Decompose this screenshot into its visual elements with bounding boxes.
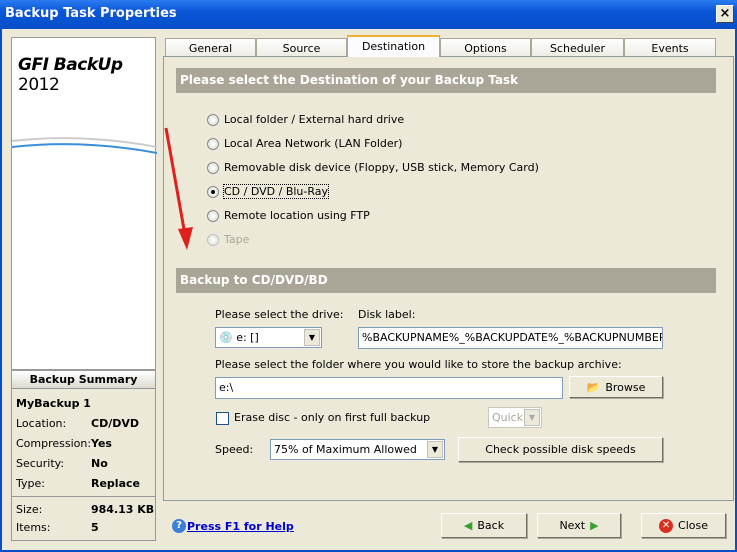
- speed-label: Speed:: [215, 443, 254, 456]
- cd-header: Backup to CD/DVD/BD: [176, 268, 716, 293]
- next-button[interactable]: Next ▶: [537, 513, 621, 538]
- folder-input[interactable]: e:\: [215, 377, 563, 399]
- summary-label: Location:: [16, 417, 67, 430]
- speed-value: 75% of Maximum Allowed: [274, 443, 417, 456]
- disk-label-label: Disk label:: [358, 308, 416, 321]
- logo: GFI BackUp 2012: [18, 55, 123, 95]
- speed-select[interactable]: 75% of Maximum Allowed ▼: [270, 439, 445, 460]
- erase-mode-select: Quick ▼: [488, 407, 542, 428]
- radio-label: CD / DVD / Blu-Ray: [222, 184, 330, 199]
- check-disk-speeds-button[interactable]: Check possible disk speeds: [458, 437, 663, 462]
- erase-checkbox[interactable]: [216, 412, 229, 425]
- radio-cd-dvd[interactable]: CD / DVD / Blu-Ray: [207, 184, 330, 199]
- summary-header: Backup Summary: [11, 370, 156, 389]
- window-close-button[interactable]: ×: [716, 5, 734, 23]
- divider: [12, 496, 155, 497]
- summary-value: Yes: [91, 437, 112, 450]
- chevron-down-icon: ▼: [304, 329, 320, 346]
- close-icon: ✕: [659, 518, 674, 533]
- radio-label: Local Area Network (LAN Folder): [224, 137, 403, 150]
- destination-header: Please select the Destination of your Ba…: [176, 68, 716, 93]
- radio-removable[interactable]: Removable disk device (Floppy, USB stick…: [207, 161, 539, 174]
- drive-label: Please select the drive:: [215, 308, 344, 321]
- close-label: Close: [678, 519, 708, 532]
- close-button[interactable]: ✕ Close: [641, 513, 726, 538]
- tab-events[interactable]: Events: [624, 38, 716, 57]
- arrow-right-icon: ▶: [590, 519, 599, 532]
- chevron-down-icon: ▼: [427, 441, 443, 458]
- logo-panel: GFI BackUp 2012: [11, 37, 157, 370]
- tab-options[interactable]: Options: [440, 38, 531, 57]
- summary-value: No: [91, 457, 108, 470]
- back-label: Back: [477, 519, 505, 532]
- radio-icon: [207, 233, 219, 246]
- summary-label: Size:: [16, 503, 43, 516]
- summary-name: MyBackup 1: [16, 397, 91, 410]
- summary-label: Security:: [16, 457, 65, 470]
- red-arrow-annotation-icon: [164, 127, 193, 250]
- next-label: Next: [559, 519, 586, 532]
- drive-select[interactable]: 💿 e: [] ▼: [215, 327, 322, 348]
- radio-icon: [207, 137, 219, 150]
- radio-label: Remote location using FTP: [224, 209, 370, 222]
- radio-selected-icon: [207, 185, 219, 198]
- chevron-down-icon: ▼: [524, 409, 540, 426]
- help-icon: ?: [172, 519, 186, 533]
- back-button[interactable]: ◀ Back: [441, 513, 527, 538]
- browse-label: Browse: [605, 380, 646, 394]
- radio-icon: [207, 113, 219, 126]
- radio-tape: Tape: [207, 233, 249, 246]
- arrow-left-icon: ◀: [463, 519, 473, 532]
- radio-label: Local folder / External hard drive: [224, 113, 405, 126]
- folder-label: Please select the folder where you would…: [215, 358, 622, 371]
- drive-icon: 💿: [219, 331, 233, 344]
- summary-label: Compression:: [16, 437, 92, 450]
- folder-icon: 📂: [586, 380, 601, 394]
- erase-label: Erase disc - only on first full backup: [234, 411, 431, 424]
- summary-value: Replace: [91, 477, 140, 490]
- help-link[interactable]: ? Press F1 for Help: [172, 519, 294, 533]
- summary-size: 984.13 KB: [91, 503, 155, 516]
- radio-icon: [207, 209, 219, 222]
- drive-value: e: []: [236, 331, 259, 344]
- summary-value: CD/DVD: [91, 417, 139, 430]
- summary-label: Type:: [16, 477, 45, 490]
- tab-scheduler[interactable]: Scheduler: [531, 38, 624, 57]
- disk-label-input[interactable]: %BACKUPNAME%_%BACKUPDATE%_%BACKUPNUMBER%: [358, 327, 663, 349]
- erase-mode-value: Quick: [492, 411, 524, 424]
- backup-summary: MyBackup 1 Location: CD/DVD Compression: Y…: [11, 389, 156, 541]
- summary-items: 5: [91, 521, 99, 534]
- tab-destination[interactable]: Destination: [347, 35, 440, 57]
- radio-lan[interactable]: Local Area Network (LAN Folder): [207, 137, 402, 150]
- radio-label: Removable disk device (Floppy, USB stick…: [224, 161, 539, 174]
- title-bar: Backup Task Properties: [0, 0, 737, 29]
- radio-local-folder[interactable]: Local folder / External hard drive: [207, 113, 404, 126]
- tab-source[interactable]: Source: [256, 38, 347, 57]
- help-text: Press F1 for Help: [187, 519, 294, 533]
- radio-label: Tape: [224, 233, 250, 246]
- radio-ftp[interactable]: Remote location using FTP: [207, 209, 370, 222]
- radio-icon: [207, 161, 219, 174]
- window-title: Backup Task Properties: [5, 6, 177, 21]
- logo-swoosh-icon: [12, 137, 157, 154]
- summary-label: Items:: [16, 521, 51, 534]
- tab-general[interactable]: General: [165, 38, 256, 57]
- browse-button[interactable]: 📂 Browse: [569, 376, 663, 398]
